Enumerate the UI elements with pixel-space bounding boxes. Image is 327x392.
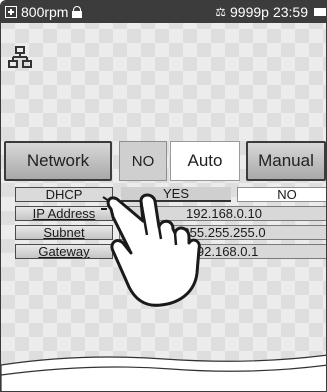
status-right: ⚖ 9999p 23:59 [215,4,326,20]
device-screen: 800rpm ⚖ 9999p 23:59 Network NO Auto Man… [0,0,327,392]
counter-readout: 9999p [230,4,269,20]
status-left: 800rpm [1,4,83,20]
no-button[interactable]: NO [119,141,167,181]
goat-icon: ⚖ [215,5,227,19]
plus-box-icon [5,6,17,18]
gateway-label: Gateway [38,244,90,259]
mode-button-row: Network NO Auto Manual [4,141,326,181]
pointing-hand-icon [101,193,201,307]
dhcp-no-option[interactable]: NO [237,187,326,202]
lock-icon [72,6,83,18]
dhcp-label: DHCP [15,187,113,202]
auto-button[interactable]: Auto [170,141,240,181]
subnet-label: Subnet [43,225,85,240]
ip-address-label: IP Address [32,206,96,221]
subnet-button[interactable]: Subnet [15,225,113,240]
rpm-readout: 800rpm [21,4,69,20]
gateway-button[interactable]: Gateway [15,244,113,259]
network-button[interactable]: Network [4,141,112,181]
status-bar: 800rpm ⚖ 9999p 23:59 [1,1,326,23]
manual-button[interactable]: Manual [246,141,326,181]
battery-icon [314,8,326,16]
paper-edge [1,354,326,391]
ip-address-button[interactable]: IP Address [15,206,113,221]
network-icon[interactable] [8,46,32,70]
clock-readout: 23:59 [272,4,308,20]
